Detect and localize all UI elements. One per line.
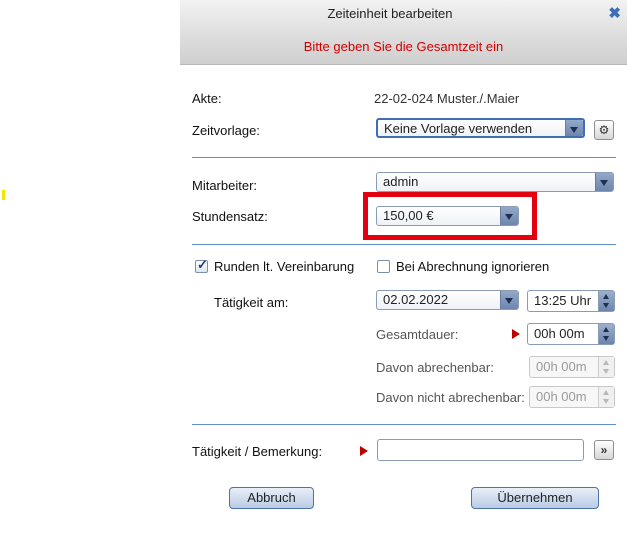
chevron-down-icon[interactable]	[595, 173, 613, 191]
akte-value: 22-02-024 Muster./.Maier	[374, 91, 520, 106]
stundensatz-label: Stundensatz:	[192, 209, 268, 224]
required-arrow-icon	[512, 329, 520, 339]
double-chevron-right-icon: »	[600, 443, 608, 457]
close-icon[interactable]: ✖	[608, 4, 621, 22]
cancel-button[interactable]: Abbruch	[229, 487, 314, 509]
abrechenbar-label: Davon abrechenbar:	[376, 360, 494, 375]
spinner-arrows-icon	[598, 387, 614, 407]
gesamtdauer-stepper[interactable]: 00h 00m	[527, 323, 615, 345]
nicht-abrechenbar-stepper: 00h 00m	[529, 386, 615, 408]
zeitvorlage-label: Zeitvorlage:	[192, 123, 260, 138]
mitarbeiter-label: Mitarbeiter:	[192, 178, 258, 193]
date-picker[interactable]: 02.02.2022	[376, 290, 519, 310]
yellow-marker	[2, 190, 5, 200]
dialog-title: Zeiteinheit bearbeiten	[327, 6, 453, 21]
chevron-down-icon[interactable]	[500, 291, 518, 309]
ignorieren-checkbox[interactable]	[377, 260, 390, 273]
runden-label: Runden lt. Vereinbarung	[214, 259, 355, 274]
spinner-arrows-icon[interactable]	[598, 291, 614, 311]
spinner-arrows-icon[interactable]	[598, 324, 614, 344]
separator	[192, 157, 616, 158]
date-value: 02.02.2022	[383, 292, 449, 307]
expand-button[interactable]: »	[594, 440, 614, 460]
separator	[192, 244, 616, 245]
bemerkung-label: Tätigkeit / Bemerkung:	[192, 444, 323, 459]
abrechenbar-stepper: 00h 00m	[529, 356, 615, 378]
taetigkeit-am-label: Tätigkeit am:	[214, 295, 289, 310]
time-stepper[interactable]: 13:25 Uhr	[527, 290, 615, 312]
akte-label: Akte:	[192, 91, 222, 106]
stundensatz-highlight-box	[363, 192, 537, 240]
nicht-abrechenbar-label: Davon nicht abrechenbar:	[376, 390, 525, 405]
spinner-arrows-icon	[598, 357, 614, 377]
mitarbeiter-select[interactable]: admin	[376, 172, 614, 192]
gear-icon: ⚙	[598, 123, 610, 137]
separator	[192, 424, 616, 425]
validation-warning: Bitte geben Sie die Gesamtzeit ein	[303, 39, 504, 54]
time-value: 13:25 Uhr	[534, 293, 592, 308]
dialog-titlebar: Zeiteinheit bearbeiten ✖ Bitte geben Sie…	[180, 0, 627, 65]
ignorieren-label: Bei Abrechnung ignorieren	[396, 259, 550, 274]
nicht-abrechenbar-value: 00h 00m	[536, 389, 587, 404]
edit-time-entry-dialog: Zeiteinheit bearbeiten ✖ Bitte geben Sie…	[180, 0, 627, 527]
template-settings-button[interactable]: ⚙	[594, 120, 614, 140]
bemerkung-input[interactable]	[377, 439, 584, 461]
runden-checkbox[interactable]	[195, 257, 208, 273]
chevron-down-icon[interactable]	[565, 120, 583, 136]
zeitvorlage-select-value: Keine Vorlage verwenden	[384, 121, 533, 136]
zeitvorlage-select[interactable]: Keine Vorlage verwenden	[376, 118, 585, 138]
abrechenbar-value: 00h 00m	[536, 359, 587, 374]
gesamtdauer-label: Gesamtdauer:	[376, 327, 459, 342]
mitarbeiter-select-value: admin	[383, 174, 419, 189]
apply-button[interactable]: Übernehmen	[471, 487, 599, 509]
required-arrow-icon	[360, 446, 368, 456]
gesamtdauer-value: 00h 00m	[534, 326, 585, 341]
